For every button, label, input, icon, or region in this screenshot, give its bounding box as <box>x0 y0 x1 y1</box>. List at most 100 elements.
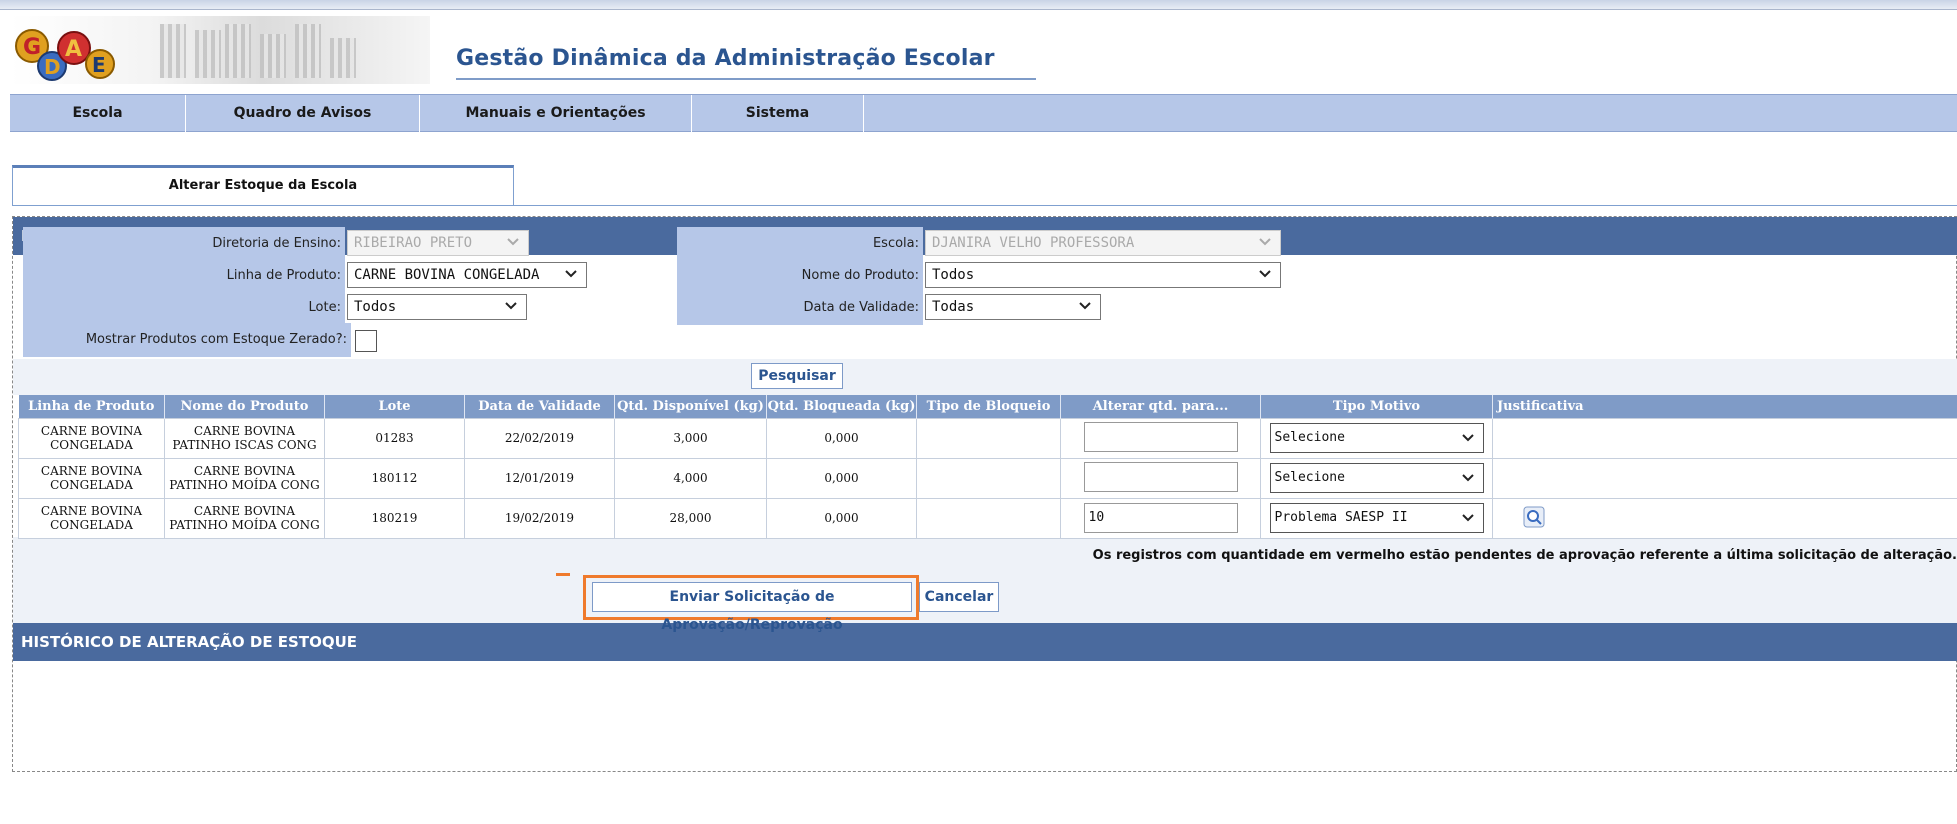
cell-motivo: Problema SAESP II <box>1260 497 1493 539</box>
title-underline <box>456 78 1036 80</box>
cell-disponivel: 4,000 <box>614 457 767 499</box>
cell-linha: CARNE BOVINA CONGELADA <box>18 417 165 459</box>
cell-motivo: Selecione <box>1260 417 1493 459</box>
table-row: CARNE BOVINA CONGELADA CARNE BOVINA PATINH… <box>18 497 1957 539</box>
cell-nome: CARNE BOVINA PATINHO MOÍDA CONG <box>164 457 325 499</box>
nome-produto-value: Todos <box>932 267 975 283</box>
col-qtd-bloqueada: Qtd. Bloqueada (kg) <box>766 395 917 418</box>
cell-bloqueada: 0,000 <box>766 497 917 539</box>
col-justificativa: Justificativa <box>1492 395 1957 418</box>
chevron-down-icon <box>1461 434 1474 442</box>
tipo-motivo-select[interactable]: Problema SAESP II <box>1269 503 1484 533</box>
chevron-down-icon <box>565 270 577 278</box>
svg-text:G: G <box>23 35 41 60</box>
highlight-mark <box>556 573 570 576</box>
chevron-down-icon <box>1079 302 1091 310</box>
diretoria-label: Diretoria de Ensino: <box>23 227 345 261</box>
data-validade-select[interactable]: Todas <box>925 294 1101 320</box>
linha-produto-label: Linha de Produto: <box>23 259 345 293</box>
top-border <box>0 0 1957 10</box>
lote-label: Lote: <box>23 291 345 325</box>
tab-alterar-estoque[interactable]: Alterar Estoque da Escola <box>12 165 514 205</box>
col-qtd-disponivel: Qtd. Disponível (kg) <box>614 395 767 418</box>
app-title: Gestão Dinâmica da Administração Escolar <box>456 46 995 71</box>
col-linha-produto: Linha de Produto <box>18 395 165 418</box>
col-nome-produto: Nome do Produto <box>164 395 325 418</box>
table-row: CARNE BOVINA CONGELADA CARNE BOVINA PATINH… <box>18 417 1957 459</box>
alterar-qtd-input[interactable] <box>1083 421 1238 452</box>
products-table: Linha de Produto Nome do Produto Lote Da… <box>18 395 1957 539</box>
lote-select[interactable]: Todos <box>347 294 527 320</box>
cell-tipo-bloqueio <box>916 497 1061 539</box>
diretoria-value: RIBEIRAO PRETO <box>354 235 473 251</box>
menu-item-escola[interactable]: Escola <box>10 95 186 132</box>
chevron-down-icon <box>1461 514 1474 522</box>
alterar-qtd-input[interactable]: 10 <box>1083 503 1238 533</box>
escola-select[interactable]: DJANIRA VELHO PROFESSORA <box>925 230 1281 256</box>
gdae-logo-letters: G D A E <box>15 29 115 81</box>
section-title-historico: HISTÓRICO DE ALTERAÇÃO DE ESTOQUE <box>13 623 1957 661</box>
cell-alterar <box>1060 457 1261 499</box>
nome-produto-label: Nome do Produto: <box>677 259 923 293</box>
chevron-down-icon <box>1461 474 1474 482</box>
pesquisar-button[interactable]: Pesquisar <box>751 363 843 389</box>
cell-validade: 19/02/2019 <box>464 497 615 539</box>
menu-item-sistema[interactable]: Sistema <box>692 95 864 132</box>
cell-justificativa <box>1492 417 1957 459</box>
estoque-zerado-label: Mostrar Produtos com Estoque Zerado?: <box>23 323 351 357</box>
search-button-row <box>13 359 1957 395</box>
svg-text:A: A <box>65 37 82 62</box>
app-header: G D A E Gestão Dinâmica da Administração… <box>0 10 1957 86</box>
main-menu: Escola Quadro de Avisos Manuais e Orient… <box>10 94 1957 132</box>
data-validade-value: Todas <box>932 299 975 315</box>
menu-item-quadro-de-avisos[interactable]: Quadro de Avisos <box>186 95 420 132</box>
cell-alterar: 10 <box>1060 497 1261 539</box>
cell-lote: 180112 <box>324 457 465 499</box>
cell-lote: 01283 <box>324 417 465 459</box>
nome-produto-select[interactable]: Todos <box>925 262 1281 288</box>
col-lote: Lote <box>324 395 465 418</box>
cell-tipo-bloqueio <box>916 417 1061 459</box>
cell-validade: 12/01/2019 <box>464 457 615 499</box>
alterar-qtd-input[interactable] <box>1083 461 1238 492</box>
cell-alterar <box>1060 417 1261 459</box>
cell-linha: CARNE BOVINA CONGELADA <box>18 497 165 539</box>
linha-produto-select[interactable]: CARNE BOVINA CONGELADA <box>347 262 587 288</box>
cell-nome: CARNE BOVINA PATINHO ISCAS CONG <box>164 417 325 459</box>
cell-validade: 22/02/2019 <box>464 417 615 459</box>
cell-motivo: Selecione <box>1260 457 1493 499</box>
cell-bloqueada: 0,000 <box>766 457 917 499</box>
escola-label: Escola: <box>677 227 923 261</box>
enviar-solicitacao-button[interactable]: Enviar Solicitação de Aprovação/Reprovaç… <box>592 582 912 633</box>
escola-value: DJANIRA VELHO PROFESSORA <box>932 235 1135 251</box>
cell-linha: CARNE BOVINA CONGELADA <box>18 457 165 499</box>
tipo-motivo-select[interactable]: Selecione <box>1269 463 1484 493</box>
menu-item-manuais[interactable]: Manuais e Orientações <box>420 95 692 132</box>
cell-justificativa <box>1492 457 1957 499</box>
gdae-logo: G D A E <box>10 16 430 84</box>
col-tipo-bloqueio: Tipo de Bloqueio <box>916 395 1061 418</box>
chevron-down-icon <box>1259 238 1271 246</box>
col-data-validade: Data de Validade <box>464 395 615 418</box>
cell-disponivel: 28,000 <box>614 497 767 539</box>
tipo-motivo-select[interactable]: Selecione <box>1269 423 1484 453</box>
chevron-down-icon <box>505 302 517 310</box>
cell-justificativa <box>1492 497 1957 539</box>
table-header-row: Linha de Produto Nome do Produto Lote Da… <box>18 395 1957 418</box>
magnifier-icon[interactable] <box>1523 506 1545 528</box>
diretoria-select[interactable]: RIBEIRAO PRETO <box>347 230 529 256</box>
pending-approval-note: Os registros com quantidade em vermelho … <box>1092 548 1957 563</box>
cell-tipo-bloqueio <box>916 457 1061 499</box>
cell-nome: CARNE BOVINA PATINHO MOÍDA CONG <box>164 497 325 539</box>
col-tipo-motivo: Tipo Motivo <box>1260 395 1493 418</box>
cell-disponivel: 3,000 <box>614 417 767 459</box>
chevron-down-icon <box>1259 270 1271 278</box>
col-alterar-qtd: Alterar qtd. para... <box>1060 395 1261 418</box>
estoque-zerado-checkbox[interactable] <box>355 330 377 352</box>
cell-lote: 180219 <box>324 497 465 539</box>
tab-divider <box>12 205 1957 206</box>
linha-produto-value: CARNE BOVINA CONGELADA <box>354 267 540 283</box>
cancelar-button[interactable]: Cancelar <box>919 582 999 612</box>
data-validade-label: Data de Validade: <box>677 291 923 325</box>
svg-text:D: D <box>44 55 61 79</box>
